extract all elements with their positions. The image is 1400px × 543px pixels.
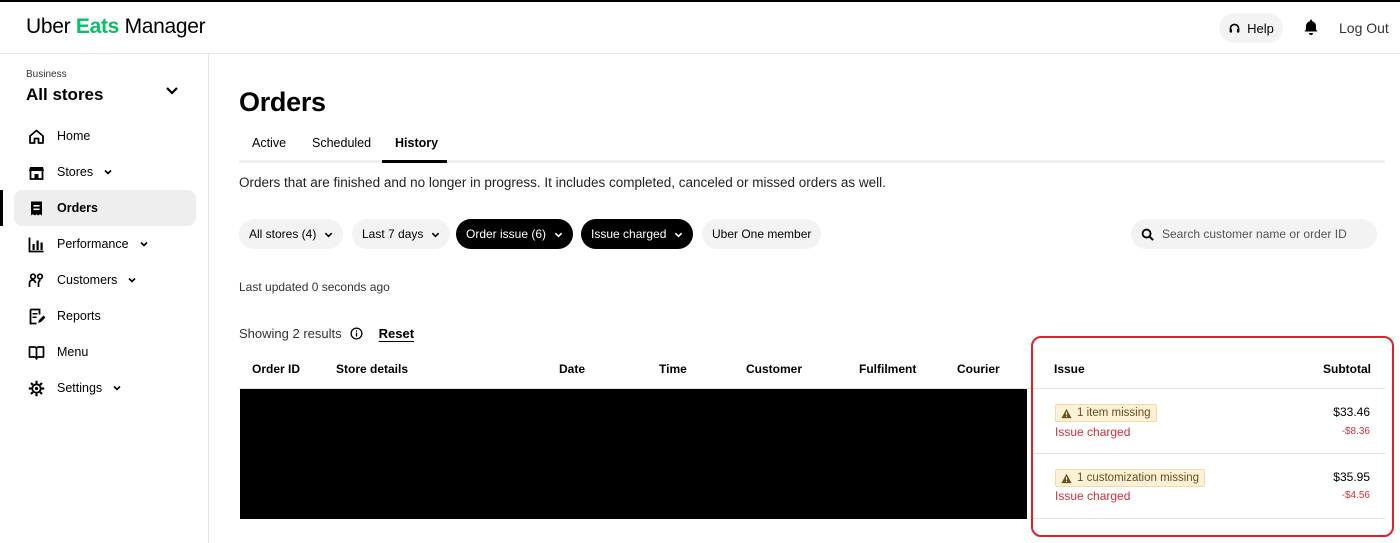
chevron-down-icon — [324, 230, 333, 239]
filter-label: Order issue (6) — [466, 227, 547, 241]
filter-uber-one-member[interactable]: Uber One member — [702, 219, 822, 249]
store-icon — [28, 164, 45, 181]
filter-order-issue[interactable]: Order issue (6) — [456, 219, 574, 249]
redacted-table-rows — [240, 389, 1027, 519]
bar-chart-icon — [28, 236, 45, 253]
chevron-down-icon — [112, 383, 122, 393]
tab-scheduled[interactable]: Scheduled — [312, 136, 371, 150]
column-header-fulfilment[interactable]: Fulfilment — [859, 362, 916, 376]
sidebar-item-label: Orders — [57, 201, 98, 215]
logo-uber: Uber — [26, 15, 71, 38]
column-header-order-id[interactable]: Order ID — [252, 362, 300, 376]
bell-icon[interactable] — [1302, 18, 1320, 36]
sidebar-item-customers[interactable]: Customers — [14, 262, 196, 298]
column-header-customer[interactable]: Customer — [746, 362, 802, 376]
filter-label: Issue charged — [591, 227, 667, 241]
logo-eats: Eats — [75, 15, 120, 38]
headset-icon — [1229, 23, 1240, 33]
column-header-courier[interactable]: Courier — [957, 362, 1000, 376]
info-icon[interactable] — [350, 327, 363, 340]
sidebar-item-orders[interactable]: Orders — [14, 190, 196, 226]
sidebar-item-label: Menu — [57, 345, 89, 359]
last-updated-text: Last updated 0 seconds ago — [239, 280, 390, 294]
filter-label: Uber One member — [712, 227, 812, 241]
column-header-time[interactable]: Time — [659, 362, 687, 376]
report-icon — [28, 308, 45, 325]
order-tabs: Active Scheduled History — [239, 126, 1385, 163]
tab-active[interactable]: Active — [252, 136, 286, 150]
people-icon — [28, 272, 45, 289]
receipt-icon — [28, 200, 45, 217]
issue-highlight-box — [1031, 336, 1394, 537]
tab-selected-indicator — [382, 160, 447, 163]
filter-label: Last 7 days — [362, 227, 424, 241]
chevron-down-icon[interactable] — [164, 82, 180, 98]
reset-link[interactable]: Reset — [379, 326, 414, 341]
business-selector[interactable]: All stores — [26, 85, 103, 105]
gear-icon — [28, 380, 45, 397]
home-icon — [28, 128, 45, 145]
chevron-down-icon — [431, 230, 440, 239]
business-label: Business — [26, 69, 67, 80]
filter-all-stores[interactable]: All stores (4) — [239, 219, 344, 249]
chevron-down-icon — [674, 230, 683, 239]
sidebar-item-reports[interactable]: Reports — [14, 298, 196, 334]
sidebar-item-label: Performance — [57, 237, 129, 251]
help-label: Help — [1247, 20, 1274, 36]
results-summary: Showing 2 results Reset — [239, 326, 414, 341]
logo-manager: Manager — [124, 15, 206, 38]
sidebar-item-performance[interactable]: Performance — [14, 226, 196, 262]
top-bar: Uber Eats Manager Help Log Out — [0, 0, 1400, 54]
help-button[interactable]: Help — [1219, 13, 1283, 43]
chevron-down-icon — [554, 230, 563, 239]
search-icon — [1141, 228, 1154, 241]
sidebar-item-stores[interactable]: Stores — [14, 154, 196, 190]
chevron-down-icon — [103, 167, 113, 177]
filter-label: All stores (4) — [249, 227, 317, 241]
search-box[interactable] — [1131, 219, 1377, 249]
page-title: Orders — [239, 87, 326, 117]
filter-date-range[interactable]: Last 7 days — [352, 219, 451, 249]
sidebar-item-settings[interactable]: Settings — [14, 370, 196, 406]
sidebar-item-home[interactable]: Home — [14, 118, 196, 154]
uber-eats-manager-logo[interactable]: Uber Eats Manager — [26, 15, 206, 39]
sidebar-item-label: Customers — [57, 273, 118, 287]
sidebar-item-label: Home — [57, 129, 91, 143]
search-input[interactable] — [1162, 227, 1362, 241]
book-icon — [28, 344, 45, 361]
tab-history[interactable]: History — [395, 136, 438, 150]
logout-link[interactable]: Log Out — [1339, 20, 1389, 36]
filter-issue-charged[interactable]: Issue charged — [581, 219, 694, 249]
results-count: Showing 2 results — [239, 326, 342, 341]
sidebar-item-label: Settings — [57, 381, 103, 395]
sidebar-item-label: Stores — [57, 165, 94, 179]
sidebar-item-menu[interactable]: Menu — [14, 334, 196, 370]
chevron-down-icon — [127, 275, 137, 285]
column-header-store-details[interactable]: Store details — [336, 362, 408, 376]
active-indicator — [0, 190, 3, 226]
sidebar-item-label: Reports — [57, 309, 101, 323]
chevron-down-icon — [139, 239, 149, 249]
column-header-date[interactable]: Date — [559, 362, 585, 376]
tab-description: Orders that are finished and no longer i… — [239, 175, 886, 190]
